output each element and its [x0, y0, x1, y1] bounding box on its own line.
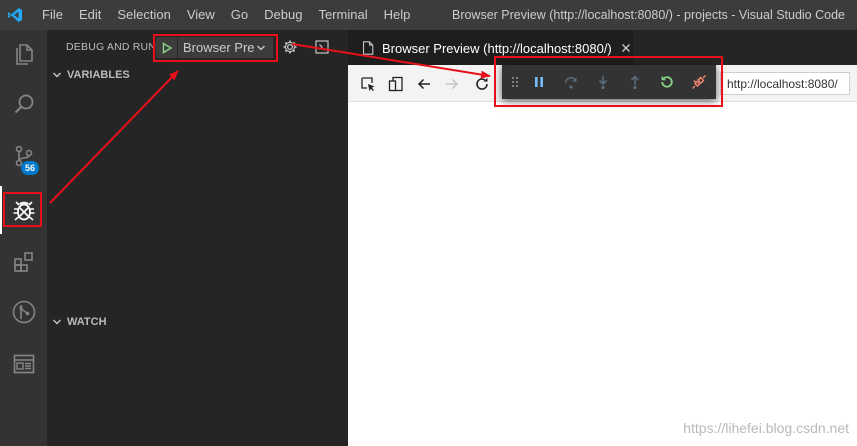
step-over-icon: [564, 77, 577, 89]
step-over-button[interactable]: [561, 72, 581, 92]
back-button[interactable]: [414, 74, 434, 94]
sidebar-title: DEBUG AND RUN: [66, 41, 157, 53]
disconnect-icon: [692, 75, 706, 89]
drag-handle-icon: [512, 77, 518, 87]
restart-icon: [661, 75, 673, 88]
inspect-element-button[interactable]: [358, 74, 378, 94]
variables-section-title: VARIABLES: [67, 69, 130, 81]
watch-section-header[interactable]: WATCH: [47, 311, 348, 333]
search-icon: [14, 94, 33, 114]
vscode-logo-icon: [0, 0, 30, 30]
debug-toolbar-header: DEBUG AND RUN Browser Preview: [47, 30, 348, 64]
menu-edit[interactable]: Edit: [71, 0, 109, 30]
url-input[interactable]: [720, 72, 850, 95]
play-icon: [162, 41, 172, 54]
device-emulation-button[interactable]: [386, 74, 406, 94]
open-launch-json-button[interactable]: [281, 38, 299, 56]
variables-panel: [47, 86, 348, 311]
launch-config-name: Browser Preview: [183, 40, 254, 55]
watch-section-title: WATCH: [67, 316, 107, 328]
close-icon: [622, 44, 631, 52]
reload-button[interactable]: [472, 74, 492, 94]
pause-icon: [535, 77, 543, 87]
activity-explorer[interactable]: [0, 30, 47, 78]
step-out-button[interactable]: [625, 72, 645, 92]
forward-button[interactable]: [442, 74, 462, 94]
chevron-down-icon: [254, 43, 268, 53]
files-icon: [15, 44, 33, 65]
menu-go[interactable]: Go: [223, 0, 256, 30]
pause-button[interactable]: [529, 72, 549, 92]
step-into-icon: [598, 75, 608, 90]
launch-config-select[interactable]: Browser Preview: [156, 37, 273, 58]
activity-bar: 56: [0, 30, 47, 446]
activity-source-control[interactable]: 56: [0, 132, 47, 180]
menu-terminal[interactable]: Terminal: [310, 0, 375, 30]
extensions-icon: [13, 252, 33, 272]
source-control-badge: 56: [21, 161, 39, 175]
watch-panel: [47, 333, 348, 446]
activity-browser-preview[interactable]: [0, 340, 47, 388]
title-bar: File Edit Selection View Go Debug Termin…: [0, 0, 857, 30]
debug-console-icon: [315, 40, 329, 54]
chevron-down-icon: [47, 70, 67, 80]
start-debugging-button[interactable]: [156, 37, 178, 58]
inspect-icon: [361, 77, 375, 92]
tab-label: Browser Preview (http://localhost:8080/): [382, 40, 612, 56]
step-into-button[interactable]: [593, 72, 613, 92]
git-graph-icon: [12, 300, 35, 324]
chevron-down-icon: [47, 317, 67, 327]
watermark: https://lihefei.blog.csdn.net: [683, 420, 849, 436]
close-tab-button[interactable]: [620, 41, 633, 55]
activity-extensions[interactable]: [0, 238, 47, 286]
menu-selection[interactable]: Selection: [109, 0, 178, 30]
menu-bar: File Edit Selection View Go Debug Termin…: [34, 0, 418, 30]
gear-icon: [283, 40, 297, 54]
step-out-icon: [630, 75, 640, 90]
debug-icon: [13, 201, 34, 221]
arrow-left-icon: [417, 78, 430, 90]
restart-button[interactable]: [657, 72, 677, 92]
disconnect-button[interactable]: [689, 72, 709, 92]
menu-file[interactable]: File: [34, 0, 71, 30]
variables-section-header[interactable]: VARIABLES: [47, 64, 348, 86]
activity-debug[interactable]: [0, 186, 47, 234]
file-icon: [359, 41, 376, 55]
menu-help[interactable]: Help: [376, 0, 419, 30]
activity-search[interactable]: [0, 80, 47, 128]
drag-handle[interactable]: [505, 72, 525, 92]
menu-view[interactable]: View: [179, 0, 223, 30]
activity-git-graph[interactable]: [0, 288, 47, 336]
browser-preview-viewport[interactable]: [348, 102, 857, 446]
devices-icon: [388, 76, 403, 92]
floating-debug-toolbar: [502, 65, 716, 99]
editor-tabs-bar: Browser Preview (http://localhost:8080/): [348, 30, 857, 65]
arrow-right-icon: [446, 78, 459, 90]
tab-browser-preview[interactable]: Browser Preview (http://localhost:8080/): [348, 30, 633, 65]
window-title: Browser Preview (http://localhost:8080/)…: [451, 8, 845, 22]
refresh-icon: [476, 77, 488, 90]
debug-console-button[interactable]: [313, 38, 331, 56]
active-indicator: [0, 186, 2, 234]
debug-sidebar: DEBUG AND RUN Browser Preview: [47, 30, 348, 446]
menu-debug[interactable]: Debug: [256, 0, 310, 30]
browser-preview-icon: [13, 354, 34, 374]
